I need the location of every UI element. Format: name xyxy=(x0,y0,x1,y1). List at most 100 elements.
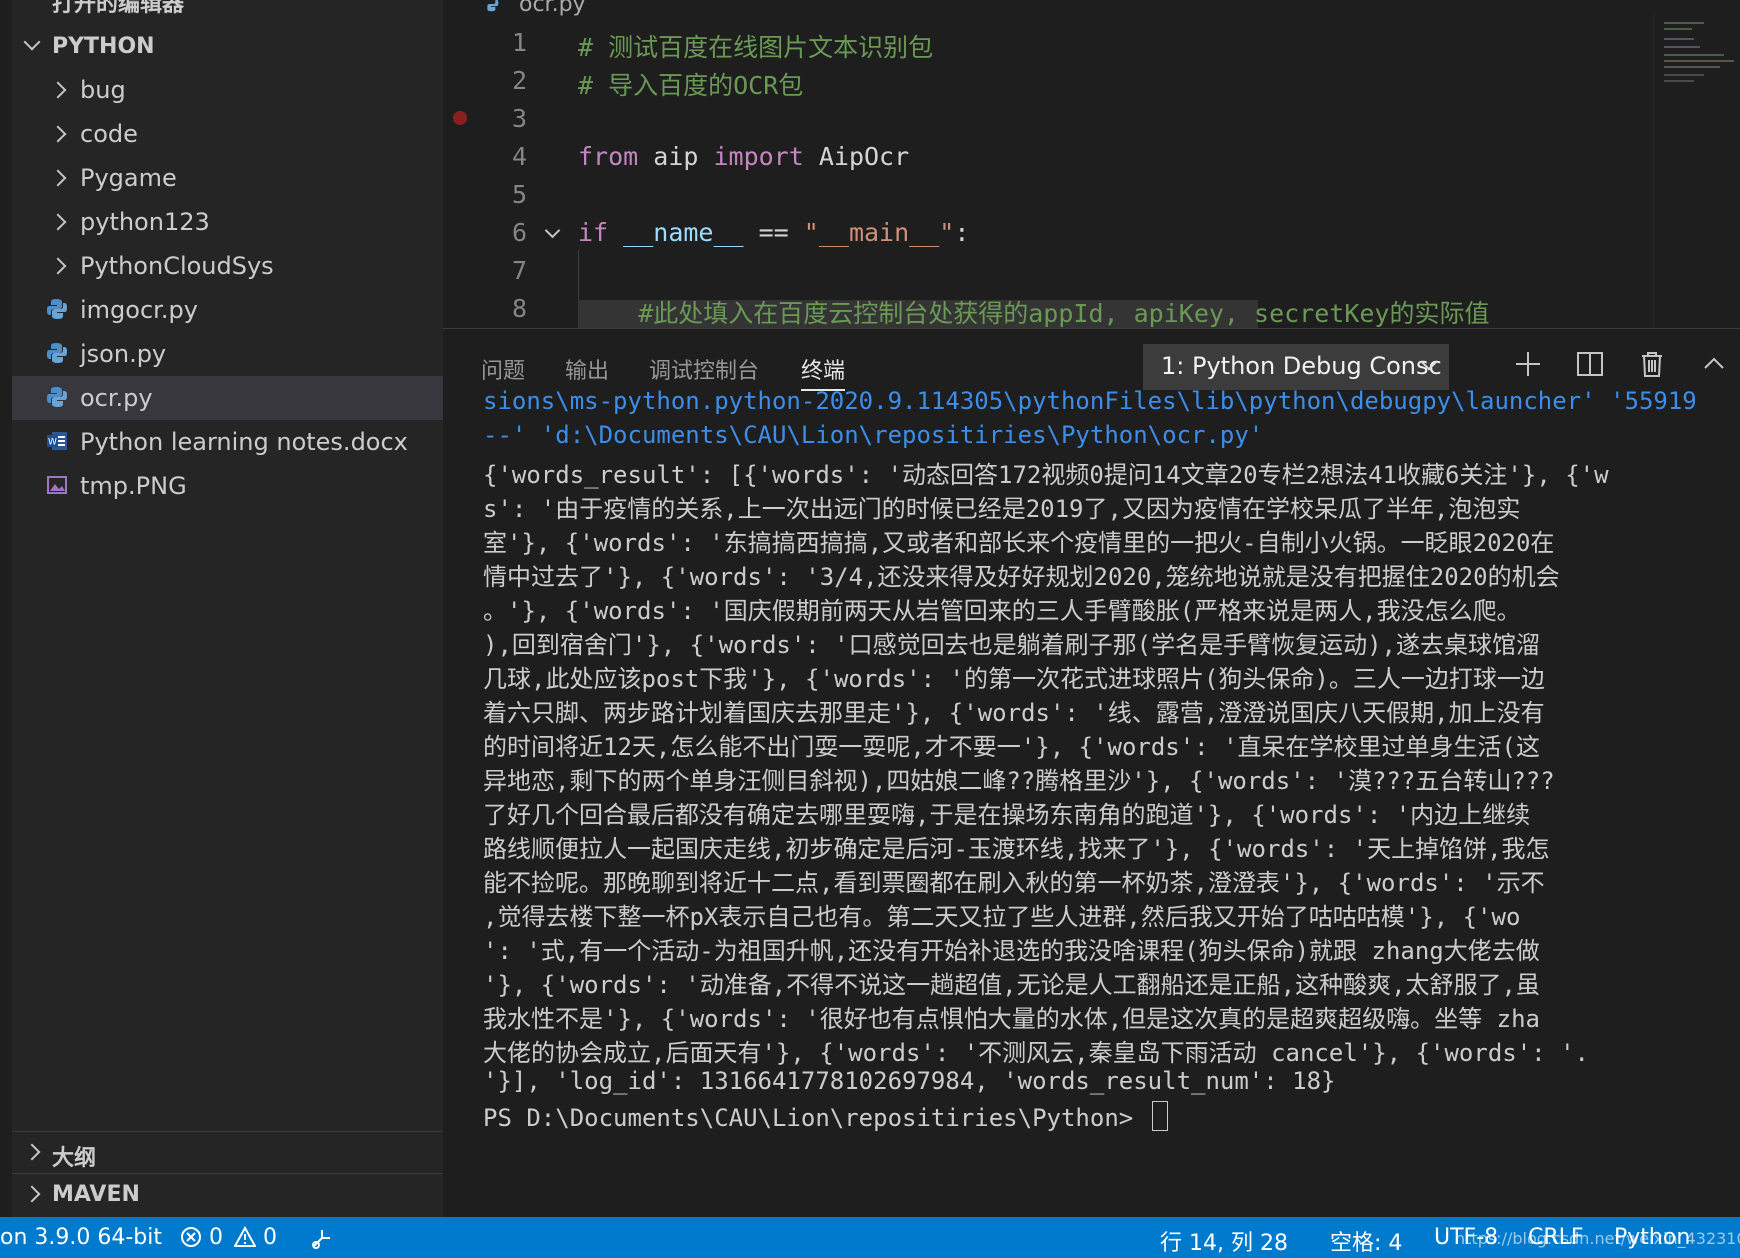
chevron-right-icon xyxy=(49,213,67,231)
terminal-line: 几球,此处应该post下我'}, {'words': '的第一次花式进球照片(狗… xyxy=(483,665,1545,693)
open-editors-label: 打开的编辑器 xyxy=(52,0,185,17)
chevron-right-icon xyxy=(49,125,67,143)
file-json[interactable]: json.py xyxy=(12,332,443,376)
terminal-select[interactable]: 1: Python Debug Consc xyxy=(1143,344,1449,390)
status-bar: on 3.9.0 64-bit 0 0 行 14, 列 28 空格: 4 UTF… xyxy=(0,1217,1740,1258)
warning-icon xyxy=(233,1225,257,1247)
tab-debug-console[interactable]: 调试控制台 xyxy=(649,353,759,385)
python-file-icon xyxy=(487,0,499,12)
line-number: 6 xyxy=(511,218,527,247)
code-line: 6 if __name__ == "__main__": xyxy=(443,213,1653,251)
line-number: 5 xyxy=(511,180,527,209)
tab-terminal[interactable]: 终端 xyxy=(801,353,846,391)
cursor-position[interactable]: 行 14, 列 28 xyxy=(1160,1225,1288,1257)
watermark: https://blog.csdn.net/weixin_4323109 xyxy=(1455,1229,1740,1248)
terminal-line: --' 'd:\Documents\CAU\Lion\repositiries\… xyxy=(483,421,1264,449)
folder-code[interactable]: code xyxy=(12,112,443,156)
folder-label: bug xyxy=(80,76,126,104)
tab-problems[interactable]: 问题 xyxy=(481,353,525,385)
error-count: 0 xyxy=(209,1225,223,1250)
folder-label: PythonCloudSys xyxy=(80,252,274,280)
open-editors-section[interactable]: 打开的编辑器 xyxy=(12,0,443,17)
split-terminal-icon[interactable] xyxy=(1575,349,1605,379)
line-number: 1 xyxy=(511,28,527,57)
file-label: Python learning notes.docx xyxy=(80,428,408,456)
file-ocr[interactable]: ocr.py xyxy=(12,376,443,420)
terminal-line: 我水性不是'}, {'words': '很好也有点惧怕大量的水体,但是这次真的是… xyxy=(483,1005,1540,1033)
tab-terminal-label: 终端 xyxy=(801,359,846,384)
chevron-right-icon xyxy=(49,169,67,187)
explorer-sidebar: 打开的编辑器 PYTHON bug code Pygame python123 … xyxy=(0,0,443,1217)
terminal-output[interactable]: sions\ms-python.python-2020.9.114305\pyt… xyxy=(483,387,1740,1147)
python-file-icon xyxy=(47,387,67,407)
line-number: 2 xyxy=(511,66,527,95)
terminal-line: 路线顺便拉人一起国庆走线,初步确定是后河-玉渡环线,找来了'}, {'words… xyxy=(483,835,1550,863)
trash-icon[interactable] xyxy=(1637,349,1667,379)
terminal-line: ': '式,有一个活动-为祖国升帆,还没有开始补退选的我没啥课程(狗头保命)就跟… xyxy=(483,937,1540,965)
terminal-line: '}, {'words': '动准备,不得不说这一趟超值,无论是人工翻船还是正船… xyxy=(483,971,1540,999)
code-line: 7 xyxy=(443,251,1653,289)
python-interpreter[interactable]: on 3.9.0 64-bit xyxy=(0,1225,162,1250)
tab-output[interactable]: 输出 xyxy=(565,353,609,385)
file-docx[interactable]: W Python learning notes.docx xyxy=(12,420,443,464)
plus-icon[interactable] xyxy=(1513,349,1543,379)
folder-pygame[interactable]: Pygame xyxy=(12,156,443,200)
problems-indicator[interactable]: 0 0 xyxy=(180,1225,277,1250)
outline-section[interactable]: 大纲 xyxy=(12,1131,443,1172)
chevron-right-icon xyxy=(23,1143,41,1161)
code-line: 8 #此处填入在百度云控制台处获得的appId, apiKey, secretK… xyxy=(443,289,1653,328)
code-line: 4 from aip import AipOcr xyxy=(443,137,1653,175)
code-line: 3 xyxy=(443,99,1653,137)
folder-label: Pygame xyxy=(80,164,177,192)
python-file-icon xyxy=(47,299,67,319)
folder-pythoncloudsys[interactable]: PythonCloudSys xyxy=(12,244,443,288)
code-line: 1 # 测试百度在线图片文本识别包 xyxy=(443,23,1653,62)
image-file-icon xyxy=(47,476,67,494)
terminal-line: {'words_result': [{'words': '动态回答172视频0提… xyxy=(483,461,1609,489)
breadcrumb-file[interactable]: ocr.py xyxy=(519,0,586,17)
maven-label: MAVEN xyxy=(52,1182,140,1207)
terminal-line: 能不捡呢。那晚聊到将近十二点,看到票圈都在刷入秋的第一杯奶茶,澄澄表'}, {'… xyxy=(483,869,1545,897)
folder-label: python123 xyxy=(80,208,210,236)
folder-python123[interactable]: python123 xyxy=(12,200,443,244)
terminal-line: 了好几个回合最后都没有确定去哪里耍嗨,于是在操场东南角的跑道'}, {'word… xyxy=(483,801,1531,829)
indentation[interactable]: 空格: 4 xyxy=(1330,1225,1402,1257)
chevron-up-icon[interactable] xyxy=(1699,349,1729,379)
minimap[interactable] xyxy=(1653,14,1740,328)
file-png[interactable]: tmp.PNG xyxy=(12,464,443,508)
terminal-prompt[interactable]: PS D:\Documents\CAU\Lion\repositiries\Py… xyxy=(483,1101,1168,1135)
prompt-text: PS D:\Documents\CAU\Lion\repositiries\Py… xyxy=(483,1104,1148,1132)
chevron-down-icon xyxy=(23,33,41,51)
python-file-icon xyxy=(47,343,67,363)
terminal-line: 着六只脚、两步路计划着国庆去那里走'}, {'words': '线、露营,澄澄说… xyxy=(483,699,1545,727)
terminal-cursor xyxy=(1151,1101,1168,1131)
chevron-right-icon xyxy=(49,81,67,99)
line-number: 8 xyxy=(511,294,527,323)
live-share-icon[interactable] xyxy=(310,1226,336,1250)
folder-label: PYTHON xyxy=(52,34,155,59)
code-text: from aip import AipOcr xyxy=(578,142,910,171)
file-label: tmp.PNG xyxy=(80,472,187,500)
folder-bug[interactable]: bug xyxy=(12,68,443,112)
python-folder-section[interactable]: PYTHON xyxy=(12,28,443,64)
terminal-line: 的时间将近12天,怎么能不出门耍一耍呢,才不要一'}, {'words': '直… xyxy=(483,733,1540,761)
terminal-panel: 问题 输出 调试控制台 终端 1: Python Debug Consc sio… xyxy=(443,328,1740,1218)
terminal-line: ,觉得去楼下整一杯pX表示自己也有。第二天又拉了些人进群,然后我又开始了咕咕咕模… xyxy=(483,903,1521,931)
code-comment: # 导入百度的OCR包 xyxy=(578,71,804,100)
terminal-line: s': '由于疫情的关系,上一次出远门的时候已经是2019了,又因为疫情在学校呆… xyxy=(483,495,1521,523)
terminal-line: sions\ms-python.python-2020.9.114305\pyt… xyxy=(483,387,1697,415)
outline-label: 大纲 xyxy=(52,1146,97,1171)
terminal-line: 大佬的协会成立,后面天有'}, {'words': '不测风云,秦皇岛下雨活动 … xyxy=(483,1039,1589,1067)
chevron-right-icon xyxy=(49,257,67,275)
terminal-line: '}], 'log_id': 1316641778102697984, 'wor… xyxy=(483,1067,1336,1095)
code-editor[interactable]: ocr.py 1 # 测试百度在线图片文本识别包 2 # 导入百度的OCR包 3… xyxy=(443,0,1740,328)
file-imgocr[interactable]: imgocr.py xyxy=(12,288,443,332)
maven-section[interactable]: MAVEN xyxy=(12,1173,443,1214)
folder-label: code xyxy=(80,120,138,148)
word-file-icon: W xyxy=(47,432,67,450)
line-number: 7 xyxy=(511,256,527,285)
code-line: 2 # 导入百度的OCR包 xyxy=(443,61,1653,100)
line-number: 4 xyxy=(511,142,527,171)
fold-chevron-icon[interactable] xyxy=(544,222,561,239)
terminal-line: ),回到宿舍门'}, {'words': '口感觉回去也是躺着刷子那(学名是手臂… xyxy=(483,631,1540,659)
